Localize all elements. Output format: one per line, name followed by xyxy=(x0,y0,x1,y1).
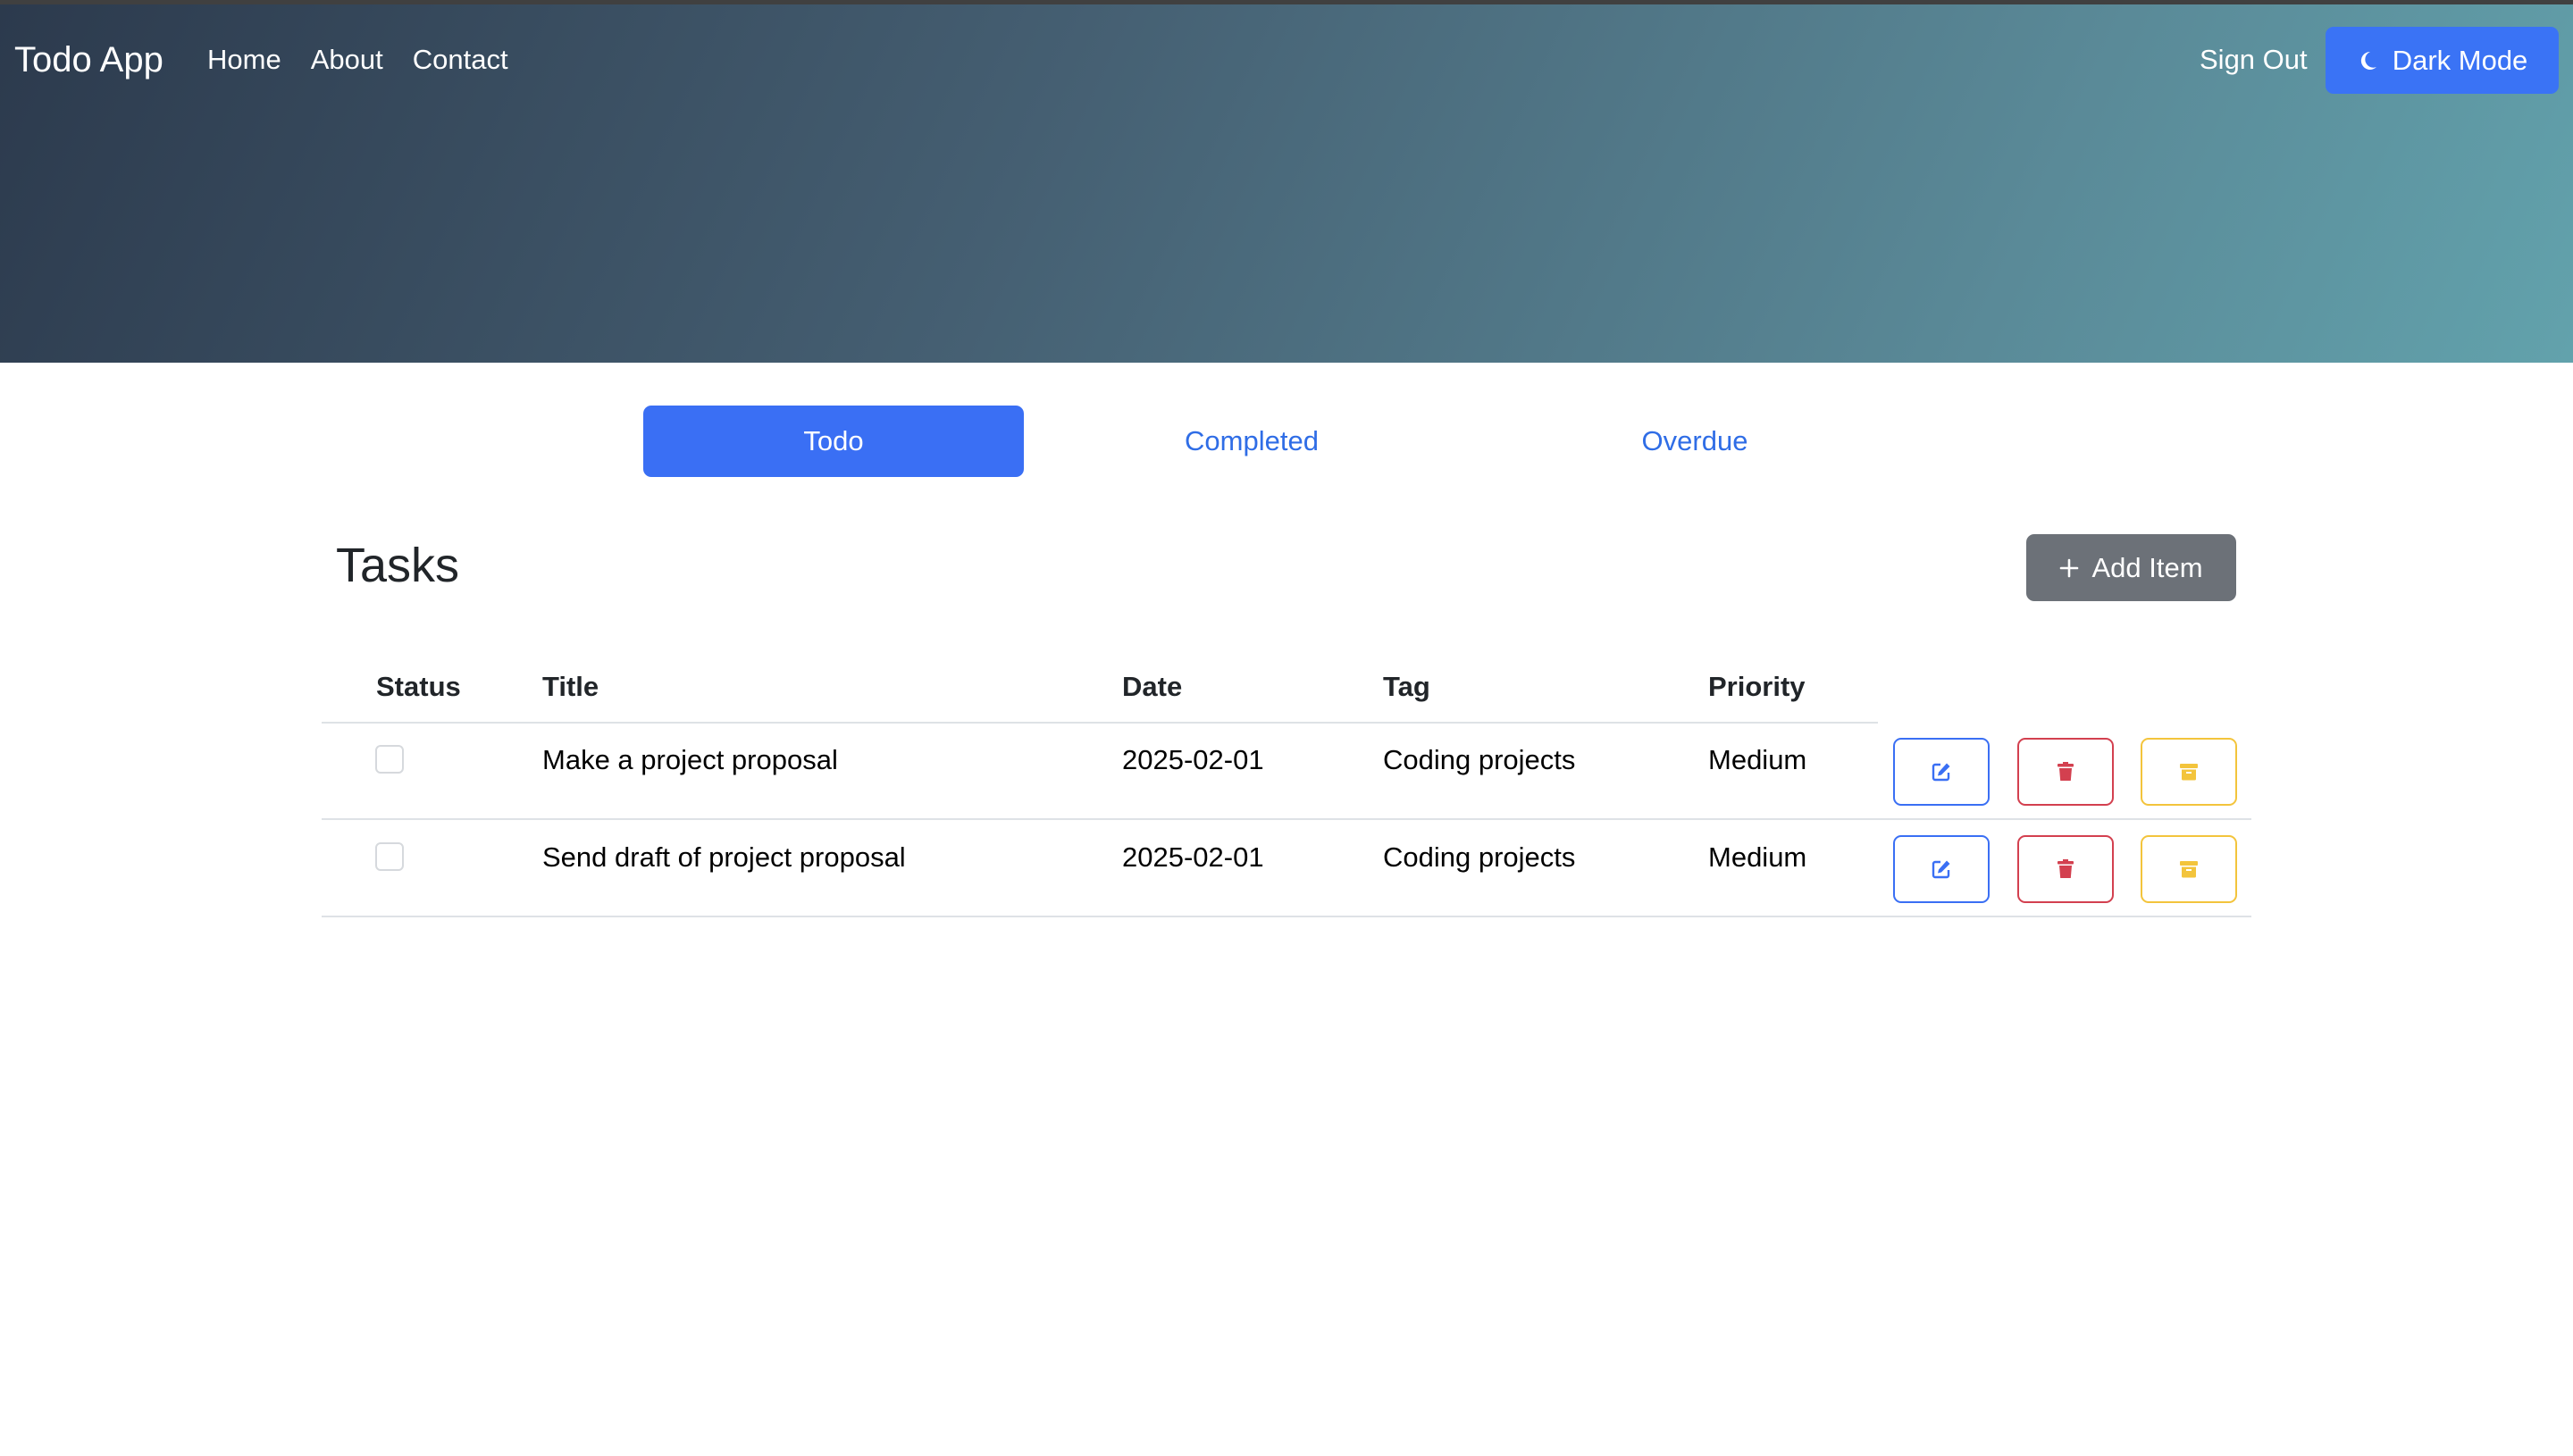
archive-icon xyxy=(2180,861,2198,878)
task-date: 2025-02-01 xyxy=(1122,841,1264,873)
plus-icon xyxy=(2060,558,2079,577)
archive-button[interactable] xyxy=(2141,738,2237,806)
sign-out-link[interactable]: Sign Out xyxy=(2200,40,2308,79)
nav-about-link[interactable]: About xyxy=(311,40,383,79)
add-item-button[interactable]: Add Item xyxy=(2026,534,2236,601)
dark-mode-button[interactable]: Dark Mode xyxy=(2326,27,2559,94)
task-tag: Coding projects xyxy=(1383,744,1576,775)
edit-button[interactable] xyxy=(1893,738,1990,806)
status-checkbox[interactable] xyxy=(375,842,404,871)
status-checkbox[interactable] xyxy=(375,745,404,774)
hero-banner: Todo App Home About Contact Sign Out Dar… xyxy=(0,0,2573,363)
column-header-tag: Tag xyxy=(1383,671,1430,702)
delete-button[interactable] xyxy=(2017,835,2114,903)
task-priority: Medium xyxy=(1708,841,1807,873)
tab-completed[interactable]: Completed xyxy=(1090,406,1413,477)
task-priority: Medium xyxy=(1708,744,1807,775)
column-header-title: Title xyxy=(542,671,599,702)
nav-home-link[interactable]: Home xyxy=(207,40,281,79)
add-item-label: Add Item xyxy=(2091,551,2203,583)
task-date: 2025-02-01 xyxy=(1122,744,1264,775)
task-tabs: Todo Completed Overdue xyxy=(0,406,2573,477)
archive-icon xyxy=(2180,764,2198,781)
task-tag: Coding projects xyxy=(1383,841,1576,873)
column-header-priority: Priority xyxy=(1708,671,1806,702)
table-row: Send draft of project proposal 2025-02-0… xyxy=(0,821,2573,917)
main-nav: Home About Contact xyxy=(207,40,508,79)
dark-mode-label: Dark Mode xyxy=(2392,44,2528,76)
edit-icon xyxy=(1932,763,1950,782)
page-title: Tasks xyxy=(336,539,460,592)
delete-button[interactable] xyxy=(2017,738,2114,806)
edit-icon xyxy=(1932,860,1950,879)
edit-button[interactable] xyxy=(1893,835,1990,903)
nav-contact-link[interactable]: Contact xyxy=(413,40,508,79)
moon-icon xyxy=(2360,51,2376,70)
task-title: Send draft of project proposal xyxy=(542,841,906,873)
table-row: Make a project proposal 2025-02-01 Codin… xyxy=(0,724,2573,820)
tab-overdue[interactable]: Overdue xyxy=(1551,406,1839,477)
tab-todo[interactable]: Todo xyxy=(643,406,1024,477)
brand-logo[interactable]: Todo App xyxy=(14,37,163,83)
archive-button[interactable] xyxy=(2141,835,2237,903)
column-header-date: Date xyxy=(1122,671,1183,702)
row-divider xyxy=(322,916,2251,917)
task-title: Make a project proposal xyxy=(542,744,838,775)
trash-icon xyxy=(2058,859,2074,878)
row-divider xyxy=(322,818,2251,820)
trash-icon xyxy=(2058,762,2074,781)
column-header-status: Status xyxy=(376,671,461,702)
